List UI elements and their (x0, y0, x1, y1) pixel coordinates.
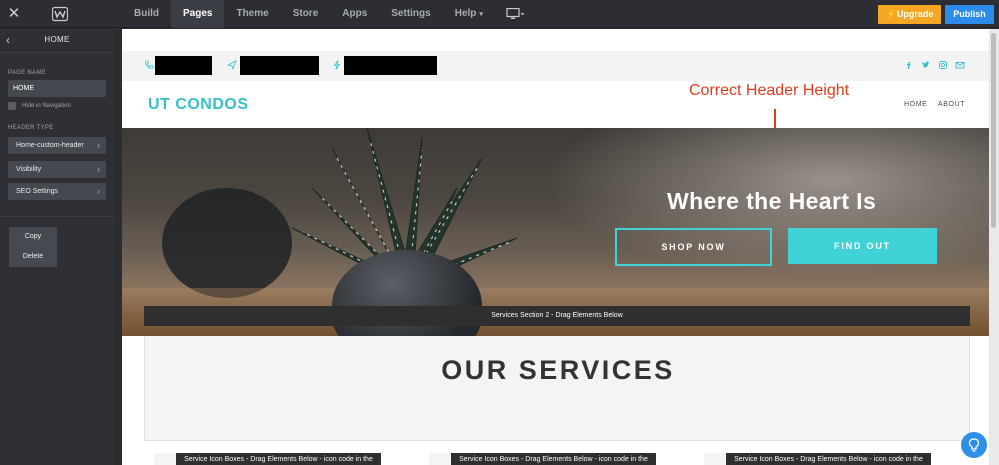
redacted-email (240, 56, 319, 75)
hide-in-navigation-label: Hide in Navigation (22, 103, 71, 109)
help-button[interactable] (961, 432, 987, 458)
services-title: OUR SERVICES (441, 355, 675, 385)
nav-theme[interactable]: Theme (224, 0, 280, 28)
publish-button[interactable]: Publish (945, 5, 994, 24)
services-section: OUR SERVICES (144, 336, 970, 441)
service-icon-box-bar[interactable]: Service Icon Boxes - Drag Elements Below… (451, 453, 656, 465)
delete-page-button[interactable]: Delete (9, 247, 57, 267)
visibility-label: Visibility (16, 166, 42, 173)
icon-box-text-line1: Service Icon Boxes - Drag Elements Below… (734, 456, 923, 463)
instagram-icon[interactable] (938, 60, 948, 70)
seo-settings-label: SEO Settings (16, 188, 59, 195)
service-icon-box-bar[interactable]: Service Icon Boxes - Drag Elements Below… (176, 453, 381, 465)
page-settings-sidebar: ‹ HOME PAGE NAME HOME Hide in Navigation… (0, 29, 114, 465)
icon-box-placeholder (154, 453, 176, 465)
service-icon-box-bar[interactable]: Service Icon Boxes - Drag Elements Below… (726, 453, 931, 465)
nav-store[interactable]: Store (281, 0, 331, 28)
sidebar-header: ‹ HOME (0, 29, 114, 53)
twitter-icon[interactable] (921, 60, 931, 70)
page-actions-menu: Copy Delete (9, 227, 57, 267)
device-preview-toggle[interactable] (503, 0, 527, 28)
close-icon[interactable]: ✕ (6, 6, 22, 22)
nav-apps[interactable]: Apps (330, 0, 379, 28)
page-name-input[interactable]: HOME (8, 80, 106, 97)
site-menu-home[interactable]: HOME (904, 101, 927, 108)
weebly-logo-icon[interactable] (52, 6, 68, 22)
nav-help-label: Help (454, 8, 477, 19)
mail-icon[interactable] (955, 60, 965, 70)
upgrade-button[interactable]: ⚡Upgrade (878, 5, 941, 24)
hide-in-navigation-checkbox[interactable] (8, 102, 16, 110)
find-out-button[interactable]: FIND OUT (788, 228, 937, 264)
main-nav: Build Pages Theme Store Apps Settings He… (122, 0, 527, 28)
page-scrollbar[interactable] (989, 29, 999, 465)
seo-settings-row[interactable]: SEO Settings › (8, 183, 106, 200)
icon-box-placeholder (704, 453, 726, 465)
chevron-down-icon: ▾ (479, 11, 483, 18)
site-menu-about[interactable]: ABOUT (938, 101, 965, 108)
lightning-icon: ⚡ (885, 9, 897, 19)
visibility-row[interactable]: Visibility › (8, 161, 106, 178)
contact-strip (122, 51, 989, 81)
phone-icon (145, 60, 154, 69)
icon-box-text-line1: Service Icon Boxes - Drag Elements Below… (184, 456, 373, 463)
services-section-bar[interactable]: Services Section 2 - Drag Elements Below (144, 306, 970, 326)
editor-canvas: UT CONDOS Correct Header Height HOME ABO… (114, 29, 999, 465)
chevron-right-icon: › (97, 164, 100, 174)
header-type-value: Home-custom-header (16, 142, 84, 149)
shop-now-button[interactable]: SHOP NOW (615, 228, 772, 266)
sidebar-title: HOME (44, 35, 70, 44)
sidebar-divider (0, 216, 114, 217)
nav-help[interactable]: Help ▾ (443, 0, 495, 28)
lightbulb-icon (968, 438, 980, 452)
icon-box-placeholder (429, 453, 451, 465)
site-logo[interactable]: UT CONDOS (148, 96, 249, 114)
monitor-icon (506, 8, 524, 19)
upgrade-label: Upgrade (896, 9, 934, 19)
hero-banner: Where the Heart Is SHOP NOW FIND OUT Ser… (122, 128, 989, 336)
chevron-right-icon: › (97, 140, 100, 150)
hero-title: Where the Heart Is (667, 188, 877, 214)
annotation-text: Correct Header Height (689, 82, 850, 99)
page-name-label: PAGE NAME (8, 70, 46, 76)
site-page: UT CONDOS Correct Header Height HOME ABO… (122, 29, 989, 465)
header-type-select[interactable]: Home-custom-header › (8, 137, 106, 154)
facebook-icon[interactable] (904, 60, 914, 70)
redacted-address (344, 56, 437, 75)
scrollbar-thumb[interactable] (991, 33, 996, 228)
redacted-phone (155, 56, 212, 75)
send-icon (227, 60, 237, 70)
top-toolbar: ✕ Build Pages Theme Store Apps Settings … (0, 0, 999, 28)
chevron-right-icon: › (97, 186, 100, 196)
nav-build[interactable]: Build (122, 0, 171, 28)
copy-page-button[interactable]: Copy (9, 227, 57, 247)
header-type-label: HEADER TYPE (8, 125, 54, 131)
nav-settings[interactable]: Settings (379, 0, 442, 28)
nav-pages[interactable]: Pages (171, 0, 225, 28)
icon-box-text-line1: Service Icon Boxes - Drag Elements Below… (459, 456, 648, 463)
bolt-icon (333, 60, 341, 70)
